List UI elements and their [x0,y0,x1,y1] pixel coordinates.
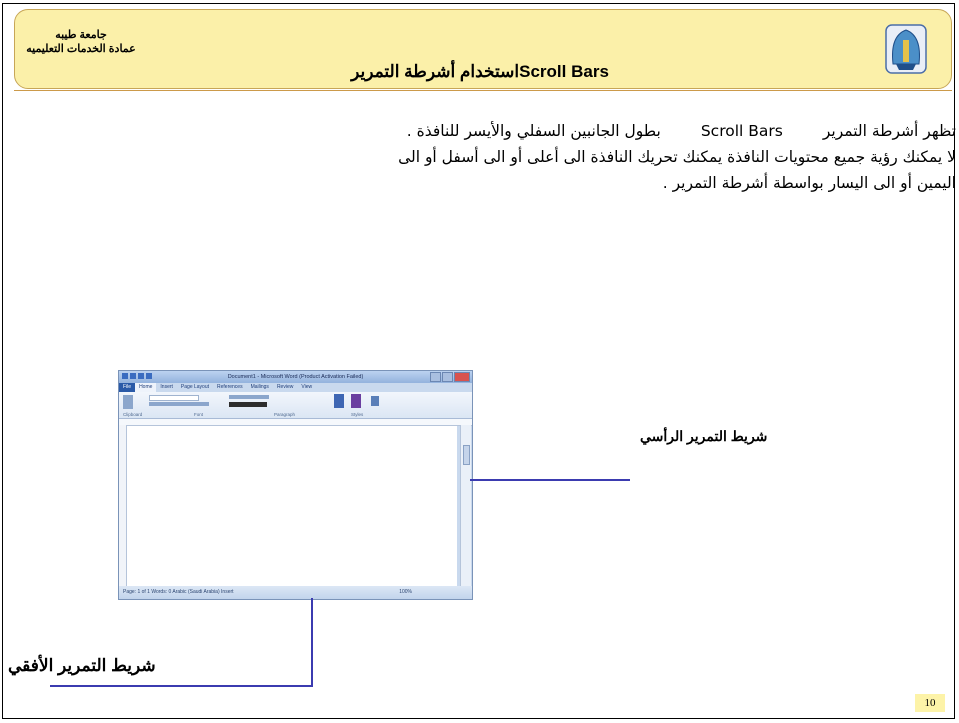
vertical-pointer-line [470,479,630,481]
title-english: Scroll Bars [519,62,609,81]
word-titlebar: Document1 - Microsoft Word (Product Acti… [119,371,472,383]
body-line-3: اليمين أو الى اليسار بواسطة أشرطة التمري… [662,174,956,192]
slide-title: Scroll Barsاستخدام أشرطة التمرير [300,62,660,82]
group-clipboard: Clipboard [123,412,143,417]
tab-page-layout: Page Layout [180,384,210,390]
maximize-icon [442,372,453,382]
close-icon [454,372,470,382]
horizontal-ruler [119,419,472,426]
horizontal-scrollbar-label: شريط التمرير الأفقي [8,656,156,675]
body-line-2: لا يمكنك رؤية جميع محتويات النافذة يمكنك… [398,148,956,166]
vertical-scrollbar-label: شريط التمرير الرأسي [640,428,768,444]
quick-access-toolbar [122,373,152,379]
vertical-ruler [119,425,127,587]
body-line-1: تظهر أشرطة التمرير Scroll Bars بطول الجانب… [130,118,956,144]
tab-mailings: Mailings [250,384,269,390]
body-line-1-end: بطول الجانبين السفلي والأيسر للنافذة . [406,122,661,140]
ribbon-tabs: File Home Insert Page Layout References … [119,383,472,392]
group-font: Font [194,412,204,417]
tab-review: Review [276,384,294,390]
scrollbar-thumb [463,445,470,465]
group-styles: Styles [351,412,364,417]
body-term: Scroll Bars [700,122,783,140]
document-page [127,426,457,586]
university-label: جامعة طيبه [55,29,107,41]
horizontal-pointer-horizontal-segment [50,685,313,687]
deanship-label: عمادة الخدمات التعليميه [26,43,136,55]
tab-references: References [217,384,243,390]
page-number: 10 [915,694,945,712]
status-text: Page: 1 of 1 Words: 0 Arabic (Saudi Arab… [123,589,234,595]
minimize-icon [430,372,441,382]
tab-file: File [119,383,136,392]
word-window-title: Document1 - Microsoft Word (Product Acti… [227,374,364,380]
tab-view: View [301,384,313,390]
university-name: جامعة طيبه عمادة الخدمات التعليميه [26,28,136,56]
header-divider [14,90,952,91]
window-controls [430,372,470,382]
horizontal-pointer-vertical-segment [311,598,313,686]
university-logo-icon [885,24,927,74]
slide-frame [2,3,955,719]
explanation-text: تظهر أشرطة التمرير Scroll Bars بطول الجانب… [130,118,956,196]
tab-home: Home [135,383,157,392]
group-paragraph: Paragraph [274,412,296,417]
tab-insert: Insert [160,384,173,390]
body-line-1-start: تظهر أشرطة التمرير [822,122,956,140]
zoom-level: 100% [399,589,412,595]
ribbon: Clipboard Font Paragraph Styles [119,392,472,419]
vertical-scrollbar [460,425,471,587]
title-arabic: استخدام أشرطة التمرير [351,62,520,81]
status-bar: Page: 1 of 1 Words: 0 Arabic (Saudi Arab… [119,586,472,599]
word-window-screenshot: Document1 - Microsoft Word (Product Acti… [118,370,473,600]
